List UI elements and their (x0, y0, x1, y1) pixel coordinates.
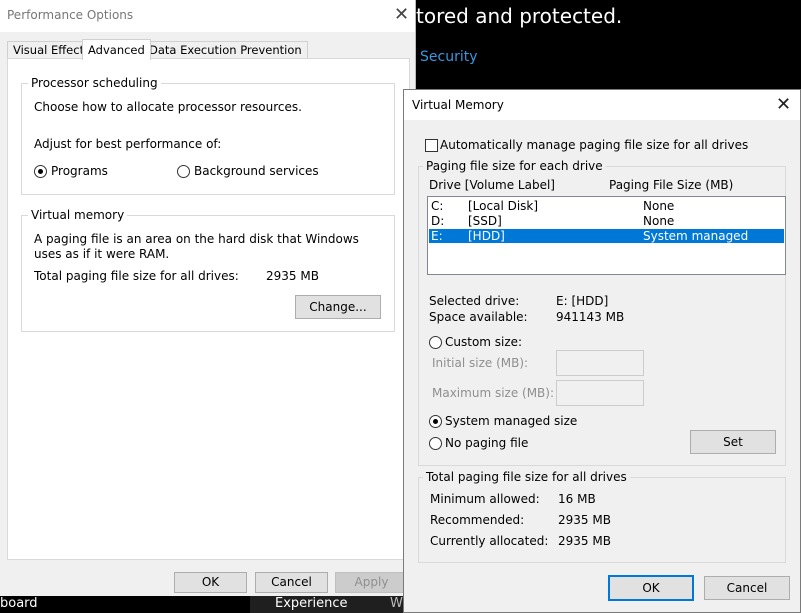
minimum-allowed-label: Minimum allowed: (430, 492, 540, 506)
drive-label: [Local Disk] (468, 199, 539, 213)
vm-cancel-button[interactable]: Cancel (704, 576, 790, 600)
security-link[interactable]: Security (420, 49, 478, 65)
drive-column-header: Drive [Volume Label] (429, 178, 555, 192)
currently-allocated-label: Currently allocated: (430, 534, 549, 548)
custom-size-radio[interactable] (429, 336, 442, 349)
virtual-memory-group: Virtual memory A paging file is an area … (21, 208, 395, 332)
title-bar: Performance Options ✕ (0, 0, 415, 32)
group-legend: Paging file size for each drive (423, 159, 606, 173)
processor-scheduling-group: Processor scheduling Choose how to alloc… (21, 76, 395, 195)
group-legend: Virtual memory (28, 208, 128, 222)
drive-size: None (643, 214, 675, 228)
background-experience-text: Experience (275, 596, 348, 611)
maximum-size-label: Maximum size (MB): (432, 386, 555, 400)
programs-radio[interactable] (34, 165, 47, 178)
background-bottom-right-text: W (390, 596, 403, 611)
drive-size: None (643, 199, 675, 213)
cancel-button[interactable]: Cancel (255, 572, 328, 593)
drive-label: [SSD] (468, 214, 502, 228)
total-paging-value: 2935 MB (266, 269, 319, 283)
currently-allocated-value: 2935 MB (558, 534, 611, 548)
custom-size-label: Custom size: (445, 335, 523, 349)
list-item[interactable]: D: [SSD] None (429, 214, 784, 228)
group-legend: Processor scheduling (28, 76, 161, 90)
recommended-value: 2935 MB (558, 513, 611, 527)
drive-letter: E: (431, 229, 443, 243)
auto-manage-checkbox[interactable] (425, 139, 438, 152)
total-paging-label: Total paging file size for all drives: (34, 269, 239, 283)
virtual-memory-dialog: Virtual Memory ✕ Automatically manage pa… (403, 89, 801, 613)
background-bottom-text: board (0, 596, 38, 611)
space-available-label: Space available: (429, 310, 528, 324)
performance-options-dialog: Performance Options ✕ Visual Effects Adv… (0, 0, 416, 596)
no-paging-file-radio[interactable] (429, 437, 442, 450)
no-paging-file-label: No paging file (445, 436, 529, 450)
size-column-header: Paging File Size (MB) (609, 178, 734, 192)
system-managed-radio[interactable] (429, 415, 442, 428)
initial-size-input[interactable] (556, 350, 644, 376)
maximum-size-input[interactable] (556, 380, 644, 406)
drive-label: [HDD] (468, 229, 505, 243)
drive-list[interactable]: C: [Local Disk] None D: [SSD] None E: [H… (427, 196, 786, 275)
tab-data-execution-prevention[interactable]: Data Execution Prevention (143, 41, 308, 59)
paging-file-description: A paging file is an area on the hard dis… (34, 232, 359, 261)
set-button[interactable]: Set (690, 430, 776, 454)
programs-label: Programs (51, 164, 108, 178)
close-icon[interactable]: ✕ (776, 94, 791, 115)
background-heading: tored and protected. (416, 4, 623, 28)
recommended-label: Recommended: (430, 513, 525, 527)
vm-ok-button[interactable]: OK (608, 575, 694, 601)
tab-panel: Processor scheduling Choose how to alloc… (7, 58, 410, 560)
adjust-label: Adjust for best performance of: (34, 137, 222, 151)
space-available-value: 941143 MB (556, 310, 625, 324)
window-title: Virtual Memory (412, 98, 504, 112)
list-item-selected[interactable]: E: [HDD] System managed (429, 229, 784, 243)
initial-size-label: Initial size (MB): (432, 356, 529, 370)
title-bar: Virtual Memory ✕ (404, 90, 800, 120)
minimum-allowed-value: 16 MB (558, 492, 596, 506)
selected-drive-value: E: [HDD] (556, 294, 609, 308)
selected-drive-label: Selected drive: (429, 294, 520, 308)
ok-button[interactable]: OK (174, 572, 247, 593)
background-services-radio[interactable] (177, 165, 190, 178)
auto-manage-label: Automatically manage paging file size fo… (440, 138, 749, 152)
processor-description: Choose how to allocate processor resourc… (34, 100, 302, 114)
group-legend: Total paging file size for all drives (423, 470, 630, 484)
close-icon[interactable]: ✕ (394, 4, 409, 25)
window-title: Performance Options (7, 8, 134, 22)
tab-advanced[interactable]: Advanced (82, 39, 151, 60)
drive-letter: C: (431, 199, 444, 213)
change-button[interactable]: Change... (295, 295, 381, 319)
drive-size: System managed (643, 229, 749, 243)
drive-letter: D: (431, 214, 445, 228)
list-item[interactable]: C: [Local Disk] None (429, 199, 784, 213)
system-managed-label: System managed size (445, 414, 578, 428)
apply-button: Apply (335, 572, 408, 593)
background-services-label: Background services (194, 164, 319, 178)
